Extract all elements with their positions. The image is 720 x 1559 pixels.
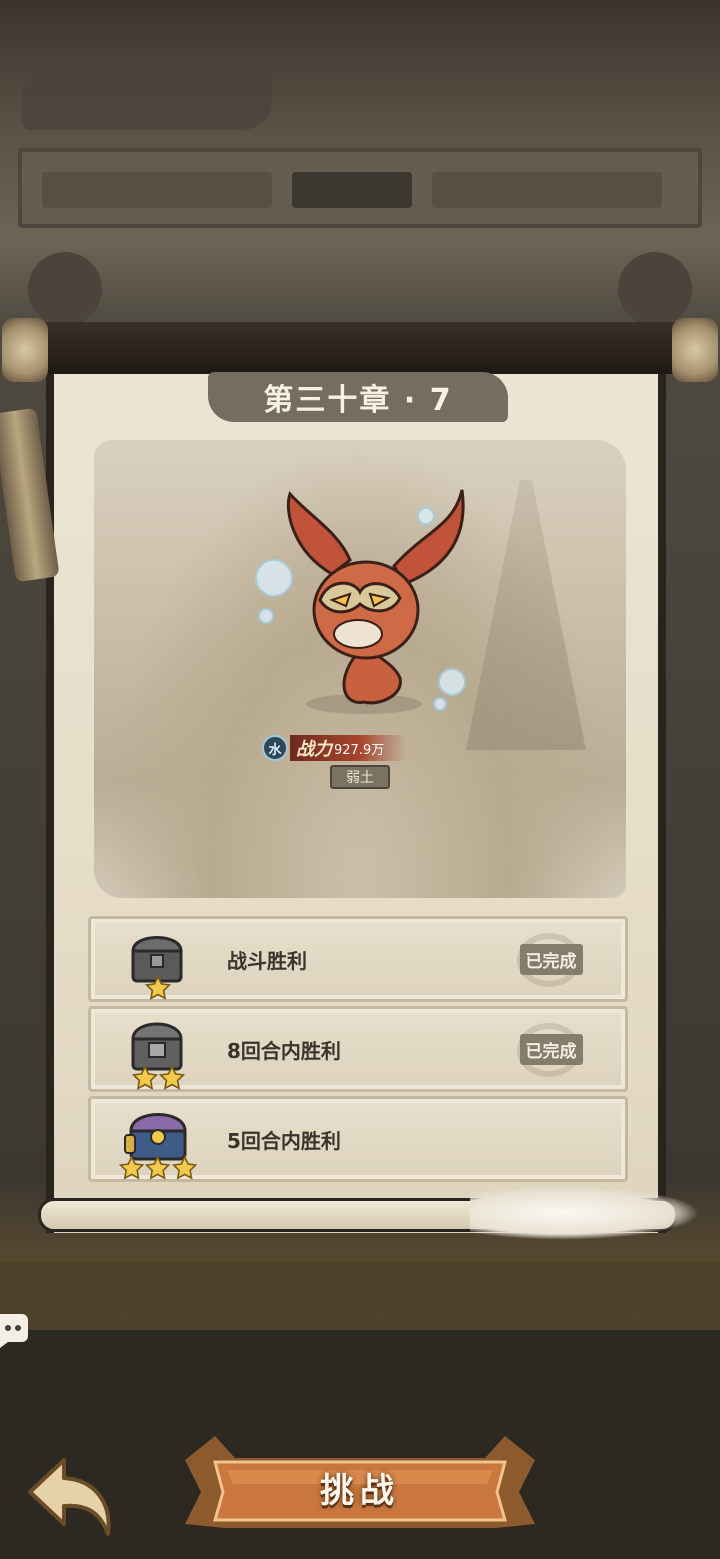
star-icon xyxy=(145,1155,171,1180)
objective-status: 已完成 xyxy=(511,933,591,987)
background-tab xyxy=(42,172,272,208)
background-side-icon xyxy=(618,252,692,326)
star-icon xyxy=(131,1065,158,1090)
objective-row: 8回合内胜利 已完成 xyxy=(88,1006,628,1092)
back-button[interactable] xyxy=(24,1454,116,1540)
enemy-goldfish-creature[interactable] xyxy=(254,482,474,722)
reward-chest-icon xyxy=(119,927,197,1000)
star-rating xyxy=(119,1155,197,1181)
power-label: 战力 xyxy=(296,739,332,760)
star-rating xyxy=(119,975,197,1001)
objective-label: 战斗胜利 xyxy=(227,948,307,973)
star-icon xyxy=(119,1155,145,1180)
water-element-icon: 水 xyxy=(262,735,288,761)
background-strip xyxy=(0,1262,720,1314)
scroll-rod-cap-left xyxy=(2,318,48,382)
objective-status: 已完成 xyxy=(511,1023,591,1077)
star-rating xyxy=(119,1065,197,1091)
reward-chest-icon xyxy=(119,1017,197,1090)
objective-label: 5回合内胜利 xyxy=(227,1128,341,1153)
reward-chest-icon xyxy=(119,1107,197,1180)
pagoda-silhouette xyxy=(466,480,586,750)
star-icon xyxy=(171,1155,197,1180)
stage-title: 第三十章 · 7 xyxy=(263,383,453,418)
enemy-class-tag: 弱土 xyxy=(330,765,390,789)
star-icon xyxy=(158,1065,185,1090)
star-icon xyxy=(145,975,171,1000)
completed-tag: 已完成 xyxy=(519,943,583,975)
cloud-decoration xyxy=(470,1186,700,1240)
power-badge: 战力 927.9万 xyxy=(290,735,407,761)
back-arrow-icon xyxy=(28,1458,111,1536)
background-tab xyxy=(432,172,662,208)
challenge-button[interactable]: 挑战 xyxy=(175,1432,545,1542)
objective-row: 5回合内胜利 xyxy=(88,1096,628,1182)
completed-tag: 已完成 xyxy=(519,1033,583,1065)
scroll-top-rod xyxy=(10,322,710,374)
stage-title-banner: 第三十章 · 7 xyxy=(208,372,508,422)
scroll-rod-cap-right xyxy=(672,318,718,382)
background-title-blur xyxy=(22,68,272,130)
chat-bubble-icon[interactable] xyxy=(0,1310,28,1348)
challenge-label: 挑战 xyxy=(320,1470,400,1511)
objective-row: 战斗胜利 已完成 xyxy=(88,916,628,1002)
power-value: 927.9万 xyxy=(334,742,385,758)
enemy-preview-panel[interactable]: 水 战力 927.9万 弱土 xyxy=(94,440,626,898)
objective-label: 8回合内胜利 xyxy=(227,1038,341,1063)
background-side-icon xyxy=(28,252,102,326)
background-tab-active xyxy=(292,172,412,208)
background-chapter-bar xyxy=(18,148,702,228)
enemy-power-row: 水 战力 927.9万 xyxy=(262,732,462,764)
